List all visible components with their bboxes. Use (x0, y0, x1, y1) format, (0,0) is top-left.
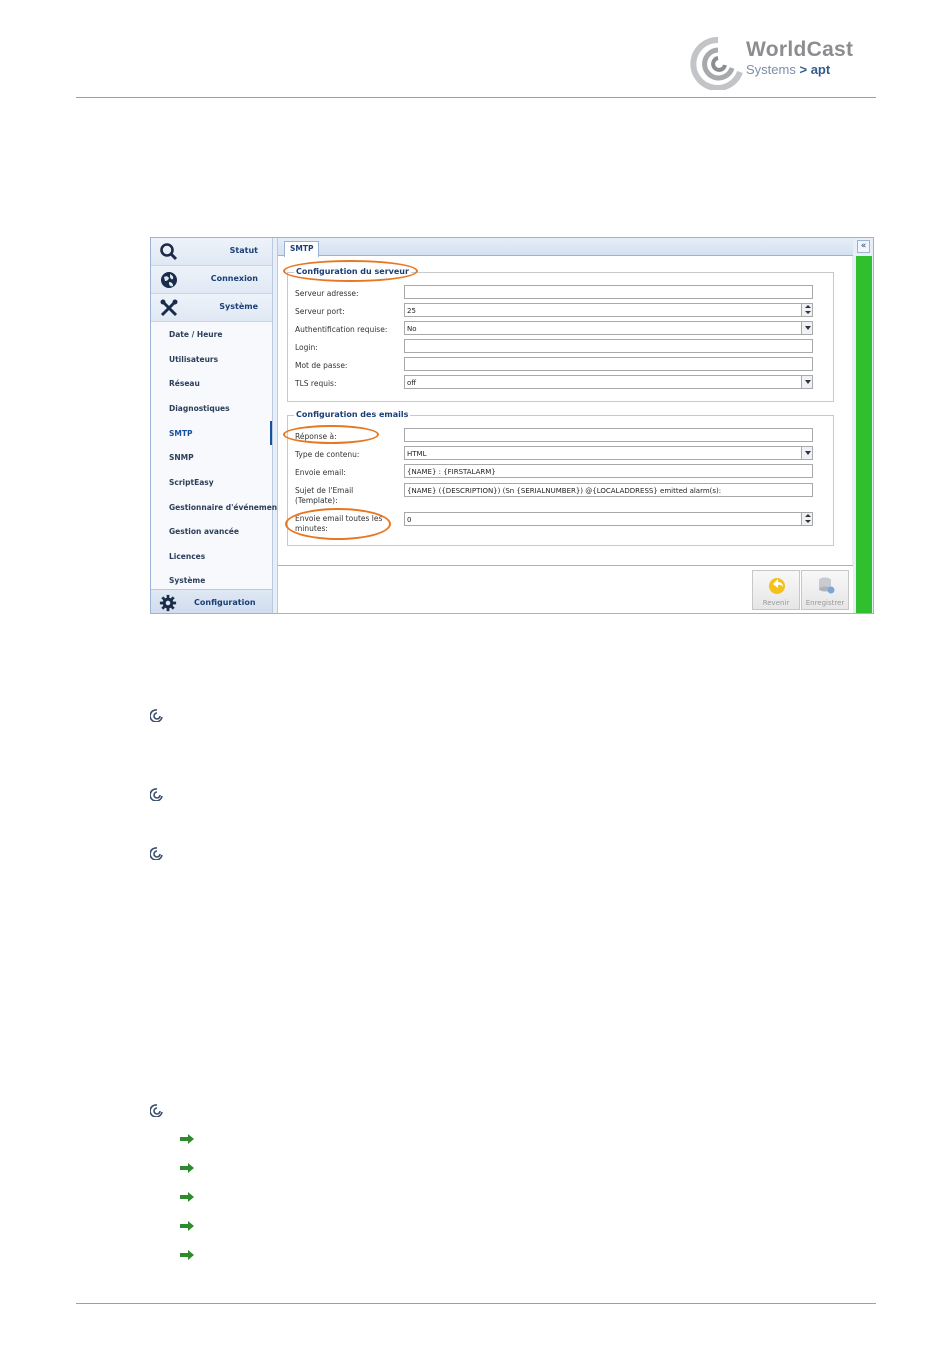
save-label: Enregistrer (805, 599, 845, 607)
footer-rule (76, 1303, 876, 1304)
logo-subtitle: Systems > apt (746, 62, 830, 77)
app-window: Statut Connexion Système Date / Heure Ut… (150, 237, 874, 614)
auth-required-value: No (407, 325, 417, 333)
bullet-waves-icon (150, 709, 163, 722)
green-arrow-icon (180, 1134, 194, 1144)
sidebar: Statut Connexion Système Date / Heure Ut… (151, 238, 277, 613)
sidebar-item-connexion[interactable]: Connexion (151, 266, 272, 294)
subject-label-line2: (Template): (295, 496, 338, 505)
highlight-reply-to (283, 425, 379, 444)
undo-icon (769, 578, 785, 594)
status-strip (856, 256, 872, 613)
content-type-label: Type de contenu: (295, 450, 360, 459)
sidebar-item-smtp[interactable]: SMTP (169, 429, 192, 438)
sidebar-item-licenses[interactable]: Licences (169, 552, 205, 561)
green-arrow-icon (180, 1163, 194, 1173)
collapse-panel-button[interactable]: « (857, 240, 870, 253)
auth-required-label: Authentification requise: (295, 325, 388, 334)
sidebar-item-users[interactable]: Utilisateurs (169, 355, 218, 364)
active-indicator (270, 421, 272, 445)
gear-icon (159, 594, 177, 612)
sidebar-item-advanced[interactable]: Gestion avancée (169, 527, 239, 536)
logo-sub-apt: apt (810, 62, 831, 77)
sidebar-head-label: Statut (229, 246, 258, 255)
green-arrow-icon (180, 1192, 194, 1202)
server-address-label: Serveur adresse: (295, 289, 359, 298)
tab-smtp[interactable]: SMTP (284, 241, 320, 257)
search-icon (160, 243, 178, 261)
main-panel: SMTP Configuration du serveur Serveur ad… (277, 238, 853, 613)
server-port-label: Serveur port: (295, 307, 345, 316)
sidebar-head-label: Système (219, 302, 258, 311)
sidebar-footer-label: Configuration (194, 598, 256, 607)
bullet-waves-icon (150, 1104, 163, 1117)
password-label: Mot de passe: (295, 361, 348, 370)
chevron-down-icon[interactable] (801, 376, 812, 388)
subject-label-line1: Sujet de l'Email (295, 486, 354, 495)
tools-icon (160, 299, 178, 317)
sidebar-item-statut[interactable]: Statut (151, 238, 272, 266)
reply-to-input[interactable] (404, 428, 813, 442)
server-port-stepper[interactable]: 25 (404, 303, 813, 317)
tls-label: TLS requis: (295, 379, 337, 388)
signal-waves-icon (690, 36, 743, 90)
send-email-label: Envoie email: (295, 468, 346, 477)
server-port-value: 25 (407, 307, 416, 315)
highlight-interval (285, 508, 391, 540)
logo-sub-systems: Systems (746, 62, 796, 77)
spinner-icon[interactable] (801, 513, 812, 525)
sidebar-item-network[interactable]: Réseau (169, 379, 200, 388)
auth-required-select[interactable]: No (404, 321, 813, 335)
sidebar-item-scripteasy[interactable]: ScriptEasy (169, 478, 214, 487)
bullet-waves-icon (150, 847, 163, 860)
sidebar-item-event-manager[interactable]: Gestionnaire d'événemen (169, 503, 277, 512)
email-config-legend: Configuration des emails (294, 410, 411, 419)
login-input[interactable] (404, 339, 813, 353)
sidebar-item-snmp[interactable]: SNMP (169, 453, 194, 462)
logo-chevron: > (799, 62, 808, 77)
save-button[interactable]: Enregistrer (801, 570, 849, 610)
revert-button[interactable]: Revenir (752, 570, 800, 610)
worldcast-logo: WorldCast Systems > apt (688, 32, 878, 92)
logo-brand: WorldCast (746, 38, 854, 61)
database-save-icon (819, 577, 835, 594)
bottom-toolbar: Revenir Enregistrer (278, 565, 853, 613)
login-label: Login: (295, 343, 318, 352)
interval-value: 0 (407, 516, 412, 524)
green-arrow-icon (180, 1250, 194, 1260)
sidebar-item-diagnostics[interactable]: Diagnostiques (169, 404, 230, 413)
green-arrow-icon (180, 1221, 194, 1231)
globe-icon (161, 272, 177, 288)
tls-value: off (407, 379, 417, 387)
subject-template-input[interactable]: {NAME} ({DESCRIPTION}) (Sn {SERIALNUMBER… (404, 483, 813, 497)
bullet-waves-icon (150, 788, 163, 801)
password-input[interactable] (404, 357, 813, 371)
send-email-input[interactable]: {NAME} : {FIRSTALARM} (404, 464, 813, 478)
sidebar-item-system[interactable]: Système (169, 576, 205, 585)
sidebar-item-systeme[interactable]: Système (151, 294, 272, 322)
chevron-down-icon[interactable] (801, 447, 812, 459)
highlight-server-legend (283, 260, 418, 282)
server-address-input[interactable] (404, 285, 813, 299)
sidebar-item-date[interactable]: Date / Heure (169, 330, 222, 339)
tab-bar: SMTP (278, 238, 853, 257)
revert-label: Revenir (762, 599, 790, 607)
content-type-value: HTML (407, 450, 427, 458)
chevron-down-icon[interactable] (801, 322, 812, 334)
header-rule (76, 97, 876, 98)
spinner-icon[interactable] (801, 304, 812, 316)
sidebar-footer-configuration[interactable]: Configuration (151, 589, 272, 613)
sidebar-head-label: Connexion (210, 274, 258, 283)
interval-stepper[interactable]: 0 (404, 512, 813, 526)
server-config-group: Configuration du serveur Serveur adresse… (287, 267, 834, 402)
tls-select[interactable]: off (404, 375, 813, 389)
content-type-select[interactable]: HTML (404, 446, 813, 460)
